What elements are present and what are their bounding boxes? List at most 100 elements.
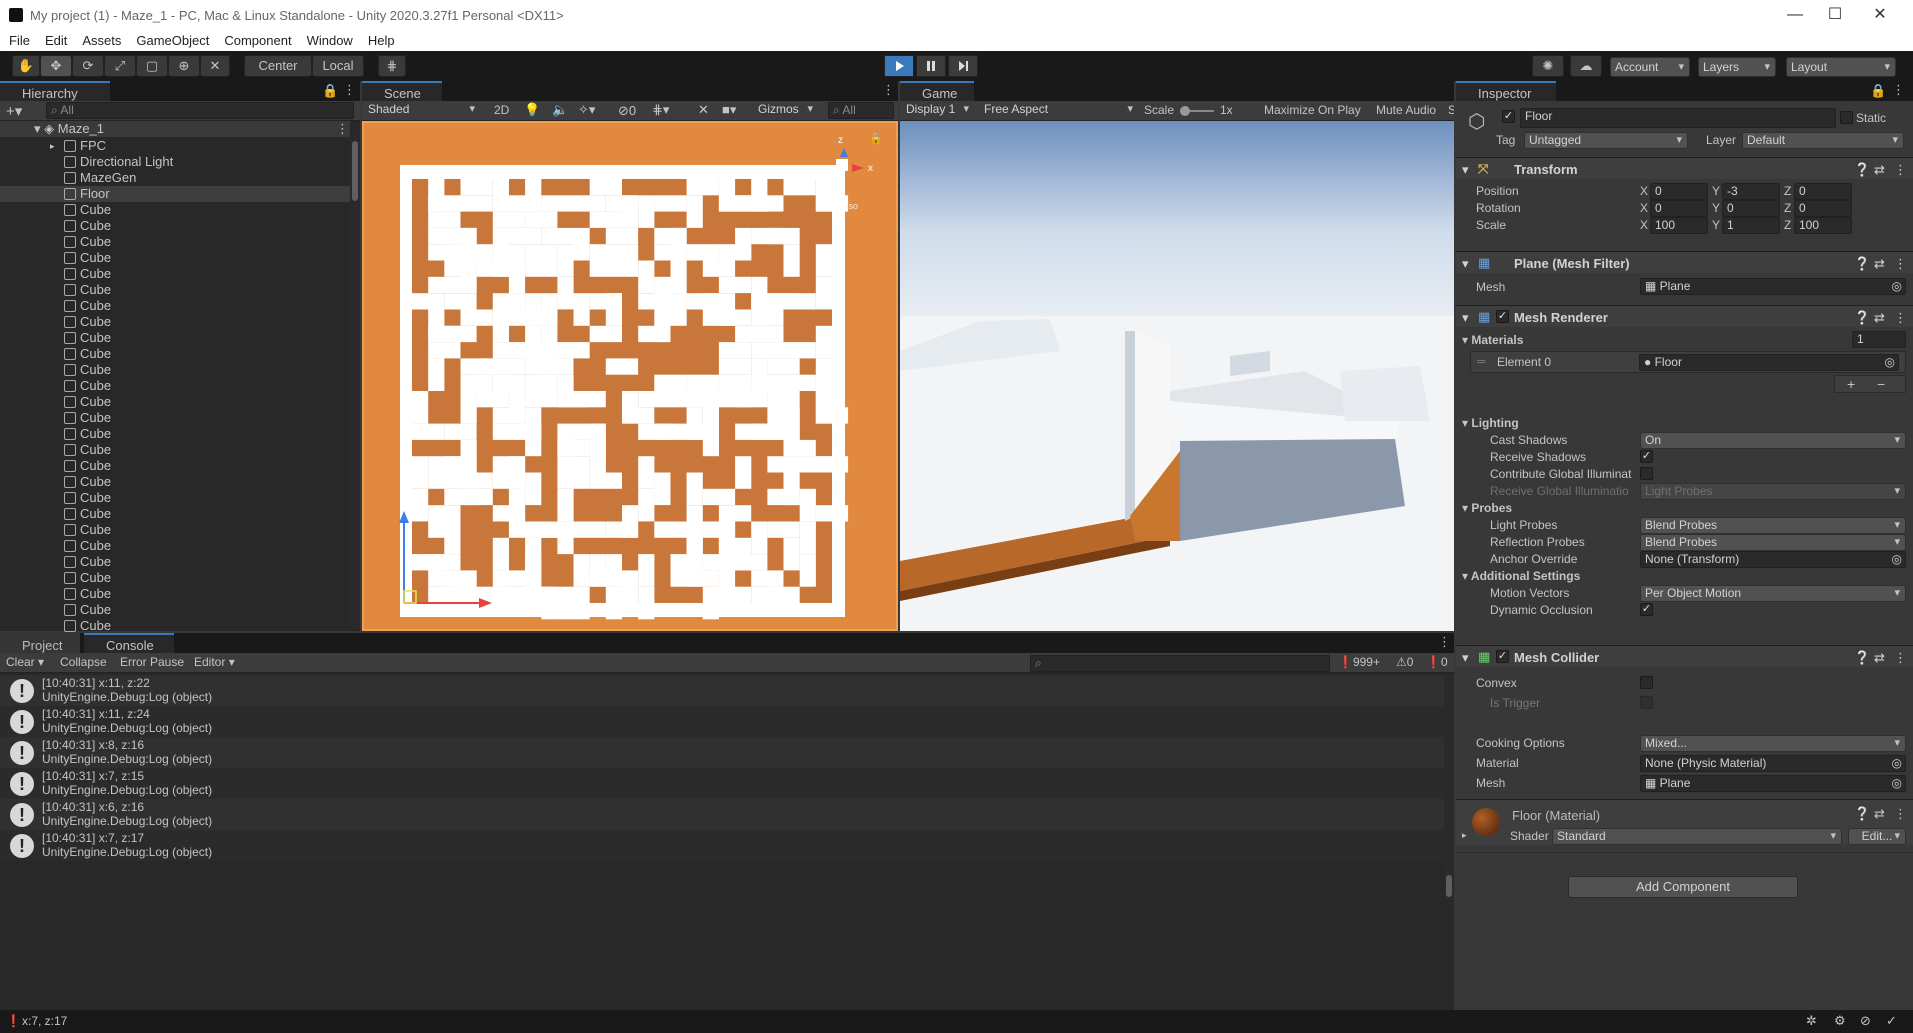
console-search-input[interactable]: ⌕ xyxy=(1030,655,1330,672)
active-checkbox[interactable]: ✓ xyxy=(1502,110,1515,123)
hierarchy-item[interactable]: Cube xyxy=(0,522,350,538)
transform-tool-icon[interactable]: ⊕ xyxy=(168,55,200,77)
tools-icon[interactable]: ✕ xyxy=(698,102,709,118)
hierarchy-item[interactable]: Cube xyxy=(0,282,350,298)
maximize-icon[interactable]: ☐ xyxy=(1815,4,1855,26)
hierarchy-item[interactable]: Cube xyxy=(0,602,350,618)
grid-icon[interactable]: ⋕▾ xyxy=(652,102,669,118)
debug-icon[interactable]: ⚙ xyxy=(1834,1013,1846,1029)
hierarchy-item[interactable]: Cube xyxy=(0,378,350,394)
move-tool-icon[interactable]: ✥ xyxy=(40,55,72,77)
tab-hierarchy[interactable]: Hierarchy xyxy=(0,81,110,101)
hierarchy-item[interactable]: Cube xyxy=(0,266,350,282)
axis-z-label[interactable]: Z xyxy=(1784,201,1791,215)
convex-checkbox[interactable] xyxy=(1640,676,1653,689)
hierarchy-item[interactable]: Cube xyxy=(0,426,350,442)
grid-snap-icon[interactable]: ⋕ xyxy=(378,55,406,77)
hand-tool-icon[interactable]: ✋ xyxy=(12,55,40,77)
component-menu-icon[interactable]: ⋮ xyxy=(1894,806,1907,822)
mesh-renderer-enabled-checkbox[interactable]: ✓ xyxy=(1496,310,1509,323)
add-icon[interactable]: +▾ xyxy=(6,102,22,120)
mode-2d-button[interactable]: 2D xyxy=(494,103,509,117)
minimize-icon[interactable]: — xyxy=(1775,4,1815,26)
axis-z-label[interactable]: Z xyxy=(1784,218,1791,232)
hierarchy-item[interactable]: Cube xyxy=(0,298,350,314)
inspector-lock-icon[interactable]: 🔒 xyxy=(1870,83,1886,99)
cast-shadows-dropdown[interactable]: On xyxy=(1640,432,1906,449)
hierarchy-item[interactable]: ▸ FPC xyxy=(0,138,350,154)
scene-viewport[interactable]: z x Iso 🔒 xyxy=(362,121,898,631)
mute-audio-toggle[interactable]: Mute Audio xyxy=(1376,103,1436,117)
hierarchy-item[interactable]: Cube xyxy=(0,218,350,234)
pause-button[interactable] xyxy=(916,55,946,77)
rotation-x-input[interactable]: 0 xyxy=(1650,200,1708,217)
collapse-toggle[interactable]: Collapse xyxy=(60,655,107,669)
display-dropdown[interactable]: Display 1 xyxy=(902,102,974,119)
scale-slider[interactable] xyxy=(1180,106,1214,116)
menu-window[interactable]: Window xyxy=(298,31,359,48)
kebab-menu-icon[interactable]: ⋮ xyxy=(343,82,356,98)
collider-material-field[interactable]: None (Physic Material) ◎ xyxy=(1640,755,1906,772)
receive-shadows-checkbox[interactable]: ✓ xyxy=(1640,450,1653,463)
light-probes-dropdown[interactable]: Blend Probes xyxy=(1640,517,1906,534)
rotate-tool-icon[interactable]: ⟳ xyxy=(72,55,104,77)
hierarchy-item[interactable]: Cube xyxy=(0,474,350,490)
preset-icon[interactable]: ⇄ xyxy=(1874,650,1885,666)
hierarchy-item[interactable]: MazeGen xyxy=(0,170,350,186)
component-menu-icon[interactable]: ⋮ xyxy=(1894,162,1907,178)
hierarchy-search-input[interactable]: ⌕ All xyxy=(46,102,354,119)
error-pause-toggle[interactable]: Error Pause xyxy=(120,655,184,669)
check-icon[interactable]: ✓ xyxy=(1886,1013,1897,1029)
status-message[interactable]: x:7, z:17 xyxy=(22,1014,67,1028)
shader-edit-button[interactable]: Edit... xyxy=(1848,828,1906,845)
contribute-gi-checkbox[interactable] xyxy=(1640,467,1653,480)
tab-inspector[interactable]: Inspector xyxy=(1456,81,1556,101)
mesh-collider-header[interactable]: ▾ ▦ ✓ Mesh Collider ❔ ⇄ ⋮ xyxy=(1456,645,1913,667)
camera-icon[interactable]: ■▾ xyxy=(722,102,736,118)
hierarchy-item[interactable]: Cube xyxy=(0,362,350,378)
hierarchy-scrollbar[interactable] xyxy=(350,141,360,629)
hierarchy-item[interactable]: Cube xyxy=(0,618,350,634)
hierarchy-item[interactable]: Cube xyxy=(0,506,350,522)
effects-icon[interactable]: ✧▾ xyxy=(578,102,595,118)
pivot-center-button[interactable]: Center xyxy=(244,55,312,77)
stats-toggle[interactable]: S xyxy=(1448,103,1454,117)
component-menu-icon[interactable]: ⋮ xyxy=(1894,650,1907,666)
help-icon[interactable]: ❔ xyxy=(1854,806,1870,822)
hierarchy-item[interactable]: Cube xyxy=(0,458,350,474)
shader-dropdown[interactable]: Standard xyxy=(1552,828,1842,845)
material-header[interactable]: Floor (Material) ▸ Shader Standard Edit.… xyxy=(1456,799,1913,845)
menu-gameobject[interactable]: GameObject xyxy=(127,31,215,48)
scene-kebab-icon[interactable]: ⋮ xyxy=(882,82,895,98)
console-scrollbar[interactable] xyxy=(1444,675,1454,907)
object-picker-icon[interactable]: ◎ xyxy=(1892,552,1902,567)
object-picker-icon[interactable]: ◎ xyxy=(1892,776,1902,791)
position-x-input[interactable]: 0 xyxy=(1650,183,1708,200)
scene-root-row[interactable]: ▾ ◈ Maze_1 ⋮ xyxy=(0,121,350,137)
play-button[interactable] xyxy=(884,55,914,77)
hierarchy-item[interactable]: Cube xyxy=(0,442,350,458)
step-button[interactable] xyxy=(948,55,978,77)
collab-icon[interactable]: ✺ xyxy=(1532,55,1564,77)
inspector-kebab-icon[interactable]: ⋮ xyxy=(1892,82,1905,98)
rect-tool-icon[interactable]: ▢ xyxy=(136,55,168,77)
motion-vectors-dropdown[interactable]: Per Object Motion xyxy=(1640,585,1906,602)
lock-icon[interactable]: 🔒 xyxy=(322,83,338,99)
console-log-row[interactable]: ! [10:40:31] x:11, z:24 UnityEngine.Debug:… xyxy=(0,706,1446,737)
audio-toggle-icon[interactable]: 🔈 xyxy=(552,102,568,118)
menu-edit[interactable]: Edit xyxy=(36,31,73,48)
hierarchy-item[interactable]: Cube xyxy=(0,538,350,554)
preset-icon[interactable]: ⇄ xyxy=(1874,806,1885,822)
additional-settings-foldout[interactable]: ▾ Additional Settings xyxy=(1462,569,1580,583)
hierarchy-item[interactable]: Cube xyxy=(0,490,350,506)
maximize-on-play-toggle[interactable]: Maximize On Play xyxy=(1264,103,1361,117)
pivot-local-button[interactable]: Local xyxy=(312,55,364,77)
layer-dropdown[interactable]: Default xyxy=(1742,132,1904,149)
preset-icon[interactable]: ⇄ xyxy=(1874,162,1885,178)
foldout-icon[interactable]: ▸ xyxy=(1462,830,1467,841)
mf-mesh-field[interactable]: ▦ Plane ◎ xyxy=(1640,278,1906,295)
preset-icon[interactable]: ⇄ xyxy=(1874,256,1885,272)
rotation-z-input[interactable]: 0 xyxy=(1794,200,1852,217)
reflection-probes-dropdown[interactable]: Blend Probes xyxy=(1640,534,1906,551)
axis-y-label[interactable]: Y xyxy=(1712,184,1720,198)
